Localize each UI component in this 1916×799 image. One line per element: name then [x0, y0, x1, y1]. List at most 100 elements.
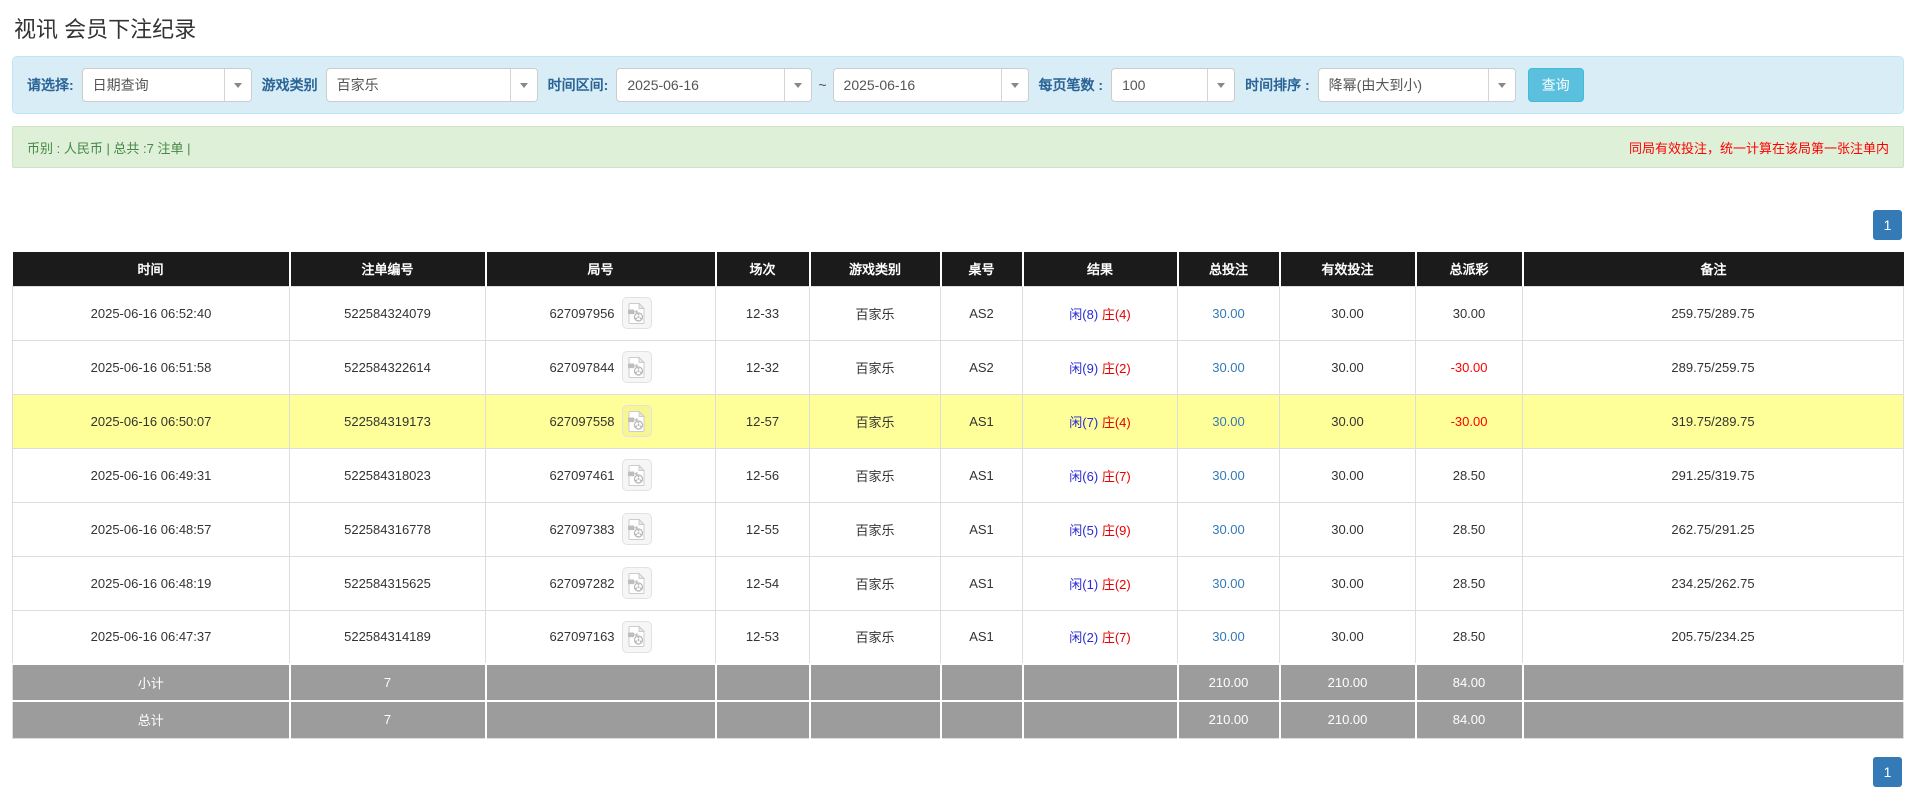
summary-bar: 币别 : 人民币 | 总共 :7 注单 | 同局有效投注，统一计算在该局第一张注…: [12, 126, 1904, 168]
filter-panel: 请选择: 日期查询 游戏类别 百家乐 时间区间: 2025-06-16 ~ 20…: [12, 56, 1904, 114]
round-id-text: 627097461: [549, 467, 615, 483]
cell-table-no: AS1: [940, 501, 1023, 557]
cell-table-no: AS1: [940, 609, 1023, 665]
cell-session: 12-53: [715, 609, 810, 665]
page-size-select[interactable]: 100: [1111, 68, 1236, 102]
cell-note: 319.75/289.75: [1522, 393, 1904, 449]
video-replay-button[interactable]: [621, 351, 652, 383]
game-category-select[interactable]: 百家乐: [325, 68, 538, 102]
page-size-label: 每页笔数 :: [1038, 77, 1104, 93]
cell-time: 2025-06-16 06:48:57: [12, 501, 290, 557]
video-file-icon: [627, 409, 645, 432]
cell-game: 百家乐: [809, 555, 941, 611]
col-header-game: 游戏类别: [808, 252, 941, 286]
col-header-result: 结果: [1021, 252, 1178, 286]
result-banker-text: 庄(4): [1101, 414, 1131, 430]
time-sort-select[interactable]: 降幂(由大到小): [1317, 68, 1516, 102]
page-1-button[interactable]: 1: [1873, 210, 1902, 240]
pagination-bottom: 1: [12, 756, 1904, 787]
cell-session: 12-33: [715, 285, 810, 341]
col-header-payout: 总派彩: [1414, 252, 1523, 286]
cell-result: 闲(2) 庄(7): [1022, 609, 1178, 665]
time-range-label: 时间区间:: [547, 77, 609, 93]
result-banker-text: 庄(9): [1101, 522, 1131, 538]
video-replay-button[interactable]: [621, 567, 652, 599]
chevron-down-icon[interactable]: [223, 69, 251, 101]
table-row: 2025-06-16 06:47:37 522584314189 6270971…: [12, 609, 1904, 665]
subtotal-label: 小计: [12, 663, 291, 702]
table-header-row: 时间 注单编号 局号 场次 游戏类别 桌号 结果 总投注 有效投注 总派彩 备注: [12, 252, 1904, 286]
chevron-down-icon[interactable]: [1487, 69, 1515, 101]
cell-total-bet-link[interactable]: 30.00: [1177, 609, 1280, 665]
video-replay-button[interactable]: [621, 459, 652, 491]
subtotal-total-bet: 210.00: [1176, 663, 1281, 702]
col-header-note: 备注: [1521, 252, 1904, 286]
cell-session: 12-54: [715, 555, 810, 611]
total-valid-bet: 210.00: [1278, 700, 1417, 739]
cell-valid-bet: 30.00: [1279, 447, 1416, 503]
col-header-table-no: 桌号: [939, 252, 1023, 286]
video-replay-button[interactable]: [621, 405, 652, 437]
cell-table-no: AS1: [940, 555, 1023, 611]
cell-result: 闲(5) 庄(9): [1022, 501, 1178, 557]
cell-game: 百家乐: [809, 609, 941, 665]
cell-bet-id: 522584322614: [289, 339, 486, 395]
cell-round-id: 627097956: [485, 285, 716, 341]
video-replay-button[interactable]: [621, 620, 652, 653]
table-row: 2025-06-16 06:50:07 522584319173 6270975…: [12, 393, 1904, 449]
cell-total-bet-link[interactable]: 30.00: [1177, 285, 1280, 341]
result-player-text: 闲(6): [1069, 468, 1099, 484]
result-player-text: 闲(1): [1069, 576, 1099, 592]
cell-note: 234.25/262.75: [1522, 555, 1904, 611]
subtotal-count: 7: [288, 663, 487, 702]
total-payout: 84.00: [1414, 700, 1524, 739]
cell-valid-bet: 30.00: [1279, 609, 1416, 665]
total-label: 总计: [12, 700, 291, 739]
query-type-value: 日期查询: [92, 77, 149, 93]
cell-total-bet-link[interactable]: 30.00: [1177, 555, 1280, 611]
cell-time: 2025-06-16 06:52:40: [12, 285, 290, 341]
round-id-text: 627097383: [549, 521, 615, 537]
cell-total-bet-link[interactable]: 30.00: [1177, 501, 1280, 557]
cell-total-bet-link[interactable]: 30.00: [1177, 393, 1280, 449]
video-file-icon: [627, 463, 645, 486]
col-header-valid-bet: 有效投注: [1278, 252, 1416, 286]
table-row: 2025-06-16 06:48:19 522584315625 6270972…: [12, 555, 1904, 611]
cell-round-id: 627097282: [485, 555, 716, 611]
game-category-value: 百家乐: [336, 77, 379, 93]
search-button[interactable]: 查询: [1527, 68, 1584, 102]
query-type-select[interactable]: 日期查询: [81, 68, 252, 102]
chevron-down-icon[interactable]: [1000, 69, 1028, 101]
video-replay-button[interactable]: [621, 297, 652, 329]
date-from-input[interactable]: 2025-06-16: [616, 68, 813, 102]
page-1-button[interactable]: 1: [1873, 756, 1902, 787]
video-file-icon: [627, 355, 645, 378]
chevron-down-icon[interactable]: [509, 69, 537, 101]
chevron-down-icon[interactable]: [1207, 69, 1235, 101]
cell-note: 291.25/319.75: [1522, 447, 1904, 503]
cell-bet-id: 522584314189: [289, 609, 486, 665]
cell-total-bet-link[interactable]: 30.00: [1177, 447, 1280, 503]
cell-round-id: 627097163: [485, 609, 716, 665]
result-banker-text: 庄(4): [1101, 306, 1131, 322]
cell-time: 2025-06-16 06:48:19: [12, 555, 290, 611]
cell-total-bet-link[interactable]: 30.00: [1177, 339, 1280, 395]
chevron-down-icon[interactable]: [784, 69, 812, 101]
cell-result: 闲(6) 庄(7): [1022, 447, 1178, 503]
result-player-text: 闲(9): [1069, 360, 1099, 376]
query-type-label: 请选择:: [27, 77, 74, 93]
video-replay-button[interactable]: [621, 513, 652, 545]
game-category-label: 游戏类别: [261, 77, 318, 93]
cell-time: 2025-06-16 06:49:31: [12, 447, 290, 503]
cell-payout: 28.50: [1415, 555, 1523, 611]
cell-note: 289.75/259.75: [1522, 339, 1904, 395]
col-header-total-bet: 总投注: [1176, 252, 1280, 286]
time-sort-label: 时间排序 :: [1245, 77, 1310, 93]
cell-session: 12-56: [715, 447, 810, 503]
cell-session: 12-32: [715, 339, 810, 395]
cell-game: 百家乐: [809, 339, 941, 395]
cell-bet-id: 522584319173: [289, 393, 486, 449]
col-header-bet-id: 注单编号: [288, 252, 486, 286]
date-to-input[interactable]: 2025-06-16: [832, 68, 1029, 102]
cell-session: 12-55: [715, 501, 810, 557]
